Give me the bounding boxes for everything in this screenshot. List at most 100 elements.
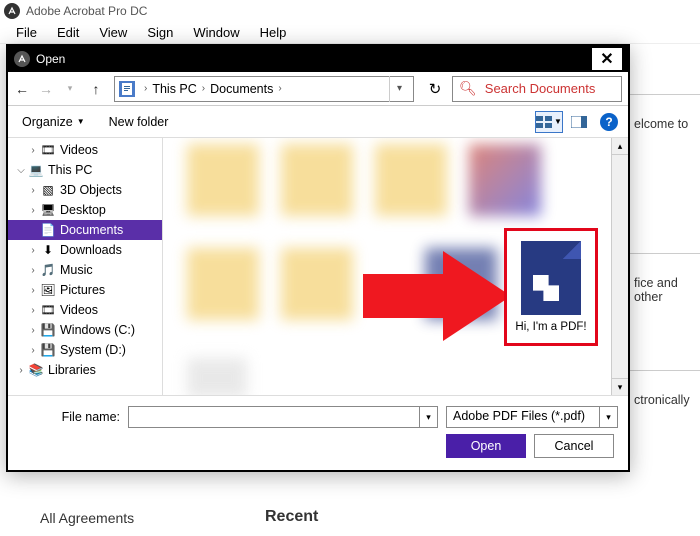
filename-label: File name:: [18, 410, 128, 424]
expander-icon[interactable]: ›: [26, 205, 40, 216]
tree-item-label: Videos: [60, 143, 98, 157]
pc-icon: 💻: [28, 162, 44, 178]
highlighted-file[interactable]: Hi, I'm a PDF!: [504, 228, 598, 346]
help-button[interactable]: ?: [600, 113, 618, 131]
new-folder-button[interactable]: New folder: [109, 115, 169, 129]
acrobat-icon: [14, 51, 30, 67]
filename-input[interactable]: ▾: [128, 406, 438, 428]
dropdown-icon[interactable]: ▾: [419, 407, 437, 427]
tree-item-system-d-[interactable]: ›💾System (D:): [8, 340, 162, 360]
file-thumb[interactable]: [469, 144, 541, 216]
chevron-right-icon: ›: [139, 83, 152, 94]
navbar: ← → ▾ ↑ › This PC › Documents › ▾ ↻ 🔍︎ S…: [8, 72, 628, 106]
file-list[interactable]: Hi, I'm a PDF! ▴ ▾: [163, 138, 628, 395]
docs-icon: 📄: [40, 222, 56, 238]
tree-item-label: Downloads: [60, 243, 122, 257]
chevron-right-icon: ›: [273, 83, 286, 94]
tree-item-documents[interactable]: 📄 Documents: [8, 220, 162, 240]
recent-heading: Recent: [265, 508, 318, 526]
menu-edit[interactable]: Edit: [47, 23, 89, 42]
back-button[interactable]: ←: [10, 77, 34, 101]
expander-icon[interactable]: ›: [26, 145, 40, 156]
file-thumb[interactable]: [281, 248, 353, 320]
menubar: File Edit View Sign Window Help: [0, 22, 700, 44]
dialog-footer: File name: ▾ Adobe PDF Files (*.pdf) ▾ O…: [8, 395, 628, 470]
file-thumb[interactable]: [187, 144, 259, 216]
tree-item-windows-c-[interactable]: ›💾 Windows (C:): [8, 320, 162, 340]
dialog-titlebar: Open ✕: [8, 46, 628, 72]
expander-icon[interactable]: ›: [26, 265, 40, 276]
breadcrumb-dropdown[interactable]: ▾: [389, 76, 409, 102]
tree-item-label: This PC: [48, 163, 92, 177]
expander-icon[interactable]: ›: [14, 365, 28, 376]
tree-item-pictures[interactable]: ›🖼 Pictures: [8, 280, 162, 300]
search-icon: 🔍︎: [459, 80, 477, 97]
breadcrumb-folder[interactable]: Documents: [210, 82, 273, 96]
open-button[interactable]: Open: [446, 434, 526, 458]
drive-icon: 💾: [40, 342, 56, 358]
menu-sign[interactable]: Sign: [137, 23, 183, 42]
tree-item-music[interactable]: ›🎵Music: [8, 260, 162, 280]
libs-icon: 📚: [28, 362, 44, 378]
breadcrumb[interactable]: › This PC › Documents › ▾: [114, 76, 414, 102]
tree-item-label: Desktop: [60, 203, 106, 217]
expander-icon[interactable]: ›: [26, 285, 40, 296]
pictures-icon: 🖼: [40, 282, 56, 298]
recent-dropdown[interactable]: ▾: [58, 77, 82, 101]
desktop-icon: 🖥: [40, 202, 56, 218]
3d-icon: ▧: [40, 182, 56, 198]
pdf-icon: [521, 241, 581, 315]
all-agreements-label[interactable]: All Agreements: [40, 510, 134, 526]
menu-window[interactable]: Window: [183, 23, 249, 42]
tree-item-this-pc[interactable]: ⌵💻 This PC: [8, 160, 162, 180]
tree-item-label: Libraries: [48, 363, 96, 377]
cancel-button[interactable]: Cancel: [534, 434, 614, 458]
file-label: Hi, I'm a PDF!: [515, 321, 586, 333]
expander-icon[interactable]: ›: [26, 185, 40, 196]
folder-tree: ›🎞Videos⌵💻This PC›▧3D Objects›🖥Desktop📄D…: [8, 138, 163, 395]
chevron-right-icon: ›: [197, 83, 210, 94]
expander-icon[interactable]: ›: [26, 345, 40, 356]
forward-button[interactable]: →: [34, 77, 58, 101]
app-titlebar: Adobe Acrobat Pro DC: [0, 0, 700, 22]
tree-item-label: Pictures: [60, 283, 105, 297]
scrollbar[interactable]: ▴ ▾: [611, 138, 628, 395]
tree-item-3d-objects[interactable]: ›▧ 3D Objects: [8, 180, 162, 200]
close-button[interactable]: ✕: [592, 48, 622, 70]
file-thumb[interactable]: [375, 144, 447, 216]
downloads-icon: ⬇: [40, 242, 56, 258]
file-thumb[interactable]: [187, 358, 247, 395]
tree-item-videos[interactable]: ›🎞Videos: [8, 300, 162, 320]
up-button[interactable]: ↑: [84, 77, 108, 101]
drive-icon: 💾: [40, 322, 56, 338]
preview-pane-button[interactable]: [565, 111, 593, 133]
tree-item-label: Windows (C:): [60, 323, 135, 337]
organize-button[interactable]: Organize: [18, 113, 89, 131]
search-input[interactable]: 🔍︎ Search Documents: [452, 76, 622, 102]
file-thumb[interactable]: [187, 248, 259, 320]
tree-item-videos[interactable]: ›🎞Videos: [8, 140, 162, 160]
filetype-select[interactable]: Adobe PDF Files (*.pdf) ▾: [446, 406, 618, 428]
scroll-down-icon[interactable]: ▾: [612, 378, 628, 395]
breadcrumb-root[interactable]: This PC: [152, 82, 196, 96]
tree-item-label: Videos: [60, 303, 98, 317]
expander-icon[interactable]: ›: [26, 245, 40, 256]
menu-view[interactable]: View: [89, 23, 137, 42]
tree-item-libraries[interactable]: ›📚 Libraries: [8, 360, 162, 380]
open-dialog: Open ✕ ← → ▾ ↑ › This PC › Documents › ▾…: [6, 44, 630, 472]
tree-item-desktop[interactable]: ›🖥 Desktop: [8, 200, 162, 220]
tree-item-label: Documents: [60, 223, 123, 237]
dropdown-icon[interactable]: ▾: [599, 407, 617, 427]
menu-help[interactable]: Help: [250, 23, 297, 42]
tree-item-downloads[interactable]: ›⬇ Downloads: [8, 240, 162, 260]
refresh-button[interactable]: ↻: [422, 76, 448, 102]
file-thumb[interactable]: [281, 144, 353, 216]
expander-icon[interactable]: ⌵: [14, 165, 28, 176]
scroll-up-icon[interactable]: ▴: [612, 138, 628, 155]
tree-item-label: 3D Objects: [60, 183, 122, 197]
dialog-title: Open: [36, 52, 65, 66]
expander-icon[interactable]: ›: [26, 325, 40, 336]
menu-file[interactable]: File: [6, 23, 47, 42]
view-mode-button[interactable]: ▼: [535, 111, 563, 133]
expander-icon[interactable]: ›: [26, 305, 40, 316]
